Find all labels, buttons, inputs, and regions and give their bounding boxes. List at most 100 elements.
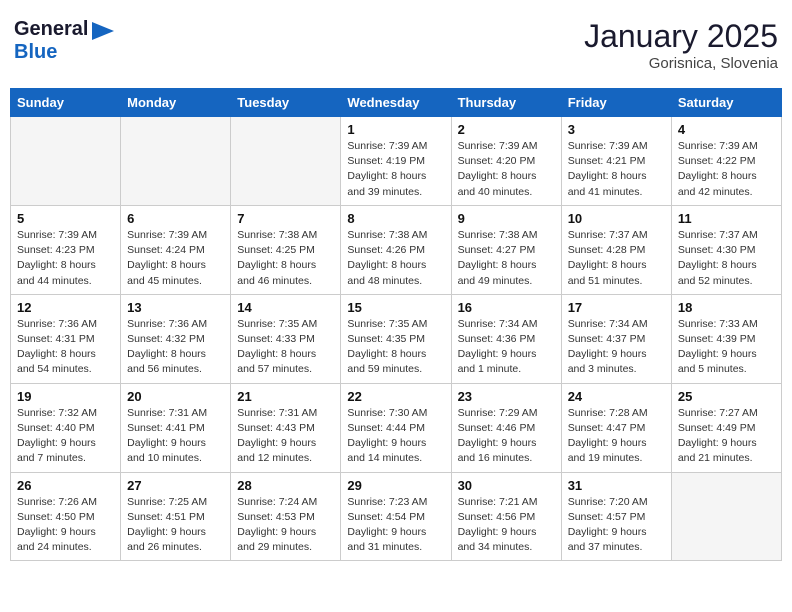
calendar-cell: 1 Sunrise: 7:39 AM Sunset: 4:19 PM Daylig… — [341, 117, 451, 206]
day-info: Sunrise: 7:34 AM Sunset: 4:37 PM Dayligh… — [568, 317, 665, 378]
day-info: Sunrise: 7:34 AM Sunset: 4:36 PM Dayligh… — [458, 317, 555, 378]
logo-blue-text: Blue — [14, 41, 57, 64]
calendar-cell: 14Sunrise: 7:35 AM Sunset: 4:33 PM Dayli… — [231, 294, 341, 383]
calendar-week-row: 19 Sunrise: 7:32 AM Sunset: 4:40 PM Dayli… — [11, 383, 782, 472]
logo-general-text: General — [14, 18, 88, 41]
calendar-cell: 23Sunrise: 7:29 AM Sunset: 4:46 PM Dayli… — [451, 383, 561, 472]
day-info: Sunrise: 7:37 AM Sunset: 4:30 PM Dayligh… — [678, 228, 775, 289]
day-info: Sunrise: 7:36 AM Sunset: 4:31 PM Dayligh… — [17, 317, 114, 378]
calendar-cell: 10Sunrise: 7:37 AM Sunset: 4:28 PM Dayli… — [561, 205, 671, 294]
day-number: 22 — [347, 389, 444, 404]
day-info: Sunrise: 7:23 AM Sunset: 4:54 PM Dayligh… — [347, 495, 444, 556]
day-number: 7 — [237, 211, 334, 226]
day-info: Sunrise: 7:33 AM Sunset: 4:39 PM Dayligh… — [678, 317, 775, 378]
day-info: Sunrise: 7:26 AM Sunset: 4:50 PM Dayligh… — [17, 495, 114, 556]
day-info: Sunrise: 7:20 AM Sunset: 4:57 PM Dayligh… — [568, 495, 665, 556]
calendar-cell: 22 Sunrise: 7:30 AM Sunset: 4:44 PM Dayli… — [341, 383, 451, 472]
day-number: 11 — [678, 211, 775, 226]
calendar-cell: 5Sunrise: 7:39 AM Sunset: 4:23 PM Daylig… — [11, 205, 121, 294]
day-info: Sunrise: 7:32 AM Sunset: 4:40 PM Dayligh… — [17, 406, 114, 467]
calendar-cell: 25 Sunrise: 7:27 AM Sunset: 4:49 PM Dayli… — [671, 383, 781, 472]
calendar-cell: 12 Sunrise: 7:36 AM Sunset: 4:31 PM Dayli… — [11, 294, 121, 383]
page-header: General Blue January 2025 Gorisnica, Slo… — [10, 10, 782, 80]
day-number: 29 — [347, 478, 444, 493]
day-number: 28 — [237, 478, 334, 493]
calendar-week-row: 12 Sunrise: 7:36 AM Sunset: 4:31 PM Dayli… — [11, 294, 782, 383]
calendar-cell — [11, 117, 121, 206]
calendar-cell: 8Sunrise: 7:38 AM Sunset: 4:26 PM Daylig… — [341, 205, 451, 294]
day-info: Sunrise: 7:39 AM Sunset: 4:20 PM Dayligh… — [458, 139, 555, 200]
day-info: Sunrise: 7:35 AM Sunset: 4:33 PM Dayligh… — [237, 317, 334, 378]
calendar-cell: 31Sunrise: 7:20 AM Sunset: 4:57 PM Dayli… — [561, 472, 671, 561]
calendar-cell: 2 Sunrise: 7:39 AM Sunset: 4:20 PM Daylig… — [451, 117, 561, 206]
calendar-cell: 16 Sunrise: 7:34 AM Sunset: 4:36 PM Dayli… — [451, 294, 561, 383]
header-sunday: Sunday — [11, 89, 121, 117]
calendar-cell: 15 Sunrise: 7:35 AM Sunset: 4:35 PM Dayli… — [341, 294, 451, 383]
calendar-cell — [671, 472, 781, 561]
logo: General Blue — [14, 18, 114, 64]
calendar-week-row: 1 Sunrise: 7:39 AM Sunset: 4:19 PM Daylig… — [11, 117, 782, 206]
day-info: Sunrise: 7:25 AM Sunset: 4:51 PM Dayligh… — [127, 495, 224, 556]
calendar-cell: 29 Sunrise: 7:23 AM Sunset: 4:54 PM Dayli… — [341, 472, 451, 561]
header-wednesday: Wednesday — [341, 89, 451, 117]
day-number: 3 — [568, 122, 665, 137]
calendar-table: Sunday Monday Tuesday Wednesday Thursday… — [10, 88, 782, 561]
day-info: Sunrise: 7:39 AM Sunset: 4:19 PM Dayligh… — [347, 139, 444, 200]
day-info: Sunrise: 7:39 AM Sunset: 4:22 PM Dayligh… — [678, 139, 775, 200]
calendar-cell: 7 Sunrise: 7:38 AM Sunset: 4:25 PM Daylig… — [231, 205, 341, 294]
calendar-cell: 27 Sunrise: 7:25 AM Sunset: 4:51 PM Dayli… — [121, 472, 231, 561]
calendar-cell: 4 Sunrise: 7:39 AM Sunset: 4:22 PM Daylig… — [671, 117, 781, 206]
day-number: 15 — [347, 300, 444, 315]
day-number: 13 — [127, 300, 224, 315]
day-number: 19 — [17, 389, 114, 404]
calendar-cell: 3 Sunrise: 7:39 AM Sunset: 4:21 PM Daylig… — [561, 117, 671, 206]
day-number: 16 — [458, 300, 555, 315]
calendar-week-row: 5Sunrise: 7:39 AM Sunset: 4:23 PM Daylig… — [11, 205, 782, 294]
day-info: Sunrise: 7:31 AM Sunset: 4:43 PM Dayligh… — [237, 406, 334, 467]
day-info: Sunrise: 7:38 AM Sunset: 4:25 PM Dayligh… — [237, 228, 334, 289]
day-number: 4 — [678, 122, 775, 137]
day-info: Sunrise: 7:38 AM Sunset: 4:26 PM Dayligh… — [347, 228, 444, 289]
location: Gorisnica, Slovenia — [584, 55, 778, 72]
calendar-cell: 20Sunrise: 7:31 AM Sunset: 4:41 PM Dayli… — [121, 383, 231, 472]
calendar-cell — [121, 117, 231, 206]
day-number: 6 — [127, 211, 224, 226]
header-monday: Monday — [121, 89, 231, 117]
day-number: 9 — [458, 211, 555, 226]
day-number: 1 — [347, 122, 444, 137]
day-info: Sunrise: 7:24 AM Sunset: 4:53 PM Dayligh… — [237, 495, 334, 556]
header-thursday: Thursday — [451, 89, 561, 117]
day-number: 21 — [237, 389, 334, 404]
day-info: Sunrise: 7:28 AM Sunset: 4:47 PM Dayligh… — [568, 406, 665, 467]
day-info: Sunrise: 7:39 AM Sunset: 4:24 PM Dayligh… — [127, 228, 224, 289]
day-number: 20 — [127, 389, 224, 404]
day-number: 2 — [458, 122, 555, 137]
day-info: Sunrise: 7:39 AM Sunset: 4:23 PM Dayligh… — [17, 228, 114, 289]
day-number: 30 — [458, 478, 555, 493]
calendar-header-row: Sunday Monday Tuesday Wednesday Thursday… — [11, 89, 782, 117]
calendar-cell: 30Sunrise: 7:21 AM Sunset: 4:56 PM Dayli… — [451, 472, 561, 561]
day-number: 25 — [678, 389, 775, 404]
header-saturday: Saturday — [671, 89, 781, 117]
calendar-week-row: 26 Sunrise: 7:26 AM Sunset: 4:50 PM Dayli… — [11, 472, 782, 561]
calendar-cell: 24Sunrise: 7:28 AM Sunset: 4:47 PM Dayli… — [561, 383, 671, 472]
day-number: 27 — [127, 478, 224, 493]
day-info: Sunrise: 7:39 AM Sunset: 4:21 PM Dayligh… — [568, 139, 665, 200]
calendar-cell: 11 Sunrise: 7:37 AM Sunset: 4:30 PM Dayli… — [671, 205, 781, 294]
day-info: Sunrise: 7:29 AM Sunset: 4:46 PM Dayligh… — [458, 406, 555, 467]
calendar-cell: 21 Sunrise: 7:31 AM Sunset: 4:43 PM Dayli… — [231, 383, 341, 472]
calendar-cell: 19 Sunrise: 7:32 AM Sunset: 4:40 PM Dayli… — [11, 383, 121, 472]
calendar-cell: 18 Sunrise: 7:33 AM Sunset: 4:39 PM Dayli… — [671, 294, 781, 383]
calendar-cell: 9 Sunrise: 7:38 AM Sunset: 4:27 PM Daylig… — [451, 205, 561, 294]
calendar-cell — [231, 117, 341, 206]
day-info: Sunrise: 7:38 AM Sunset: 4:27 PM Dayligh… — [458, 228, 555, 289]
day-number: 10 — [568, 211, 665, 226]
calendar-cell: 13Sunrise: 7:36 AM Sunset: 4:32 PM Dayli… — [121, 294, 231, 383]
calendar-cell: 28 Sunrise: 7:24 AM Sunset: 4:53 PM Dayli… — [231, 472, 341, 561]
day-number: 18 — [678, 300, 775, 315]
day-number: 26 — [17, 478, 114, 493]
day-info: Sunrise: 7:30 AM Sunset: 4:44 PM Dayligh… — [347, 406, 444, 467]
day-info: Sunrise: 7:27 AM Sunset: 4:49 PM Dayligh… — [678, 406, 775, 467]
day-info: Sunrise: 7:35 AM Sunset: 4:35 PM Dayligh… — [347, 317, 444, 378]
day-number: 12 — [17, 300, 114, 315]
